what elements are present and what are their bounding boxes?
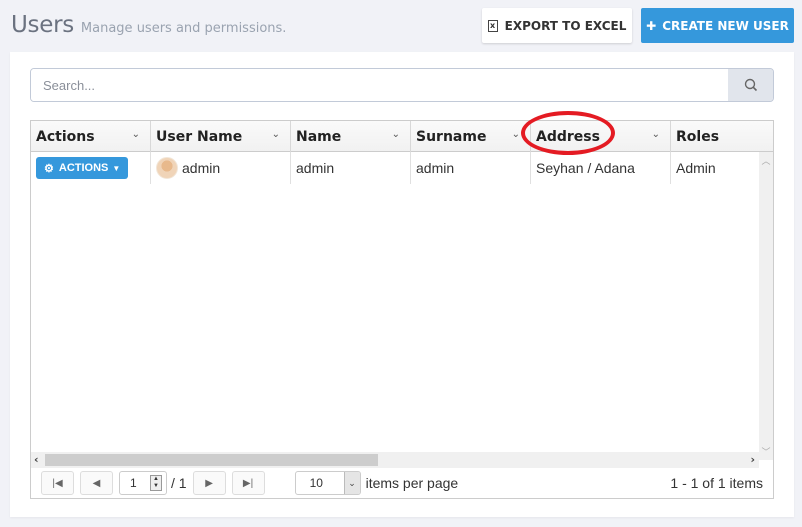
column-header-name[interactable]: Name ⌄ <box>291 121 411 152</box>
column-label: Actions <box>36 128 95 145</box>
scroll-right-icon[interactable]: › <box>750 452 755 468</box>
table-row: ⚙ ACTIONS ▼ admin admin admin Seyhan / A… <box>31 152 759 184</box>
column-label: User Name <box>156 128 243 145</box>
column-header-actions[interactable]: Actions ⌄ <box>31 121 151 152</box>
search-input[interactable] <box>31 69 728 101</box>
caret-down-icon: ▼ <box>112 163 121 173</box>
gear-icon: ⚙ <box>44 162 54 175</box>
grid-header: Actions ⌄ User Name ⌄ Name ⌄ Surname ⌄ A… <box>31 121 773 152</box>
grid-body: ⚙ ACTIONS ▼ admin admin admin Seyhan / A… <box>31 152 759 460</box>
user-name-value: admin <box>182 160 221 176</box>
page-title: Users <box>11 12 74 38</box>
chevron-down-icon[interactable]: ⌄ <box>512 129 520 140</box>
previous-page-icon: ◀ <box>92 477 101 489</box>
column-header-user-name[interactable]: User Name ⌄ <box>151 121 291 152</box>
current-page-value: 1 <box>130 476 137 490</box>
scroll-left-icon[interactable]: ‹ <box>34 452 39 468</box>
column-label: Roles <box>676 128 720 145</box>
total-pages: / 1 <box>171 475 187 491</box>
export-label: EXPORT TO EXCEL <box>504 18 627 33</box>
scroll-up-icon[interactable]: ︿ <box>759 154 773 167</box>
create-label: CREATE NEW USER <box>662 18 789 33</box>
actions-label: ACTIONS <box>58 162 109 174</box>
next-page-button[interactable]: ▶ <box>192 471 226 495</box>
items-per-page-label: items per page <box>365 475 459 491</box>
page-size-value: 10 <box>309 476 323 490</box>
pager: |◀ ◀ 1 ▲ ▼ / 1 ▶ ▶| 10 ⌄ items per page 1… <box>31 468 773 498</box>
chevron-down-icon[interactable]: ⌄ <box>343 472 360 494</box>
chevron-down-icon[interactable]: ⌄ <box>652 129 660 140</box>
column-header-roles[interactable]: Roles <box>671 121 773 152</box>
pager-info: 1 - 1 of 1 items <box>670 475 763 491</box>
page-subtitle: Manage users and permissions. <box>80 21 287 36</box>
last-page-button[interactable]: ▶| <box>231 471 265 495</box>
surname-cell: admin <box>411 152 531 184</box>
page-header: Users Manage users and permissions. <box>11 12 286 38</box>
search-icon <box>744 78 757 92</box>
scroll-down-icon[interactable]: ﹀ <box>759 445 773 458</box>
actions-cell: ⚙ ACTIONS ▼ <box>31 152 151 184</box>
page-spinner-icon[interactable]: ▲ ▼ <box>150 475 162 491</box>
last-page-icon: ▶| <box>242 477 254 489</box>
plus-icon: ✚ <box>646 18 657 33</box>
horizontal-scroll-thumb[interactable] <box>45 454 378 466</box>
page-size-select[interactable]: 10 ⌄ <box>294 471 361 495</box>
create-new-user-button[interactable]: ✚ CREATE NEW USER <box>641 8 794 43</box>
column-label: Surname <box>416 128 487 145</box>
chevron-down-icon[interactable]: ⌄ <box>132 129 140 140</box>
column-label: Name <box>296 128 342 145</box>
users-grid: Actions ⌄ User Name ⌄ Name ⌄ Surname ⌄ A… <box>30 120 774 499</box>
page-number-input[interactable]: 1 ▲ ▼ <box>119 471 167 495</box>
avatar <box>156 157 178 179</box>
users-panel: Actions ⌄ User Name ⌄ Name ⌄ Surname ⌄ A… <box>10 52 794 517</box>
column-header-address[interactable]: Address ⌄ <box>531 121 671 152</box>
chevron-down-icon[interactable]: ⌄ <box>392 129 400 140</box>
actions-dropdown-button[interactable]: ⚙ ACTIONS ▼ <box>36 157 129 179</box>
previous-page-button[interactable]: ◀ <box>80 471 113 495</box>
column-header-surname[interactable]: Surname ⌄ <box>411 121 531 152</box>
search-bar <box>30 68 774 102</box>
column-label: Address <box>536 128 600 145</box>
next-page-icon: ▶ <box>205 477 213 489</box>
file-excel-icon: x <box>487 19 498 32</box>
address-cell: Seyhan / Adana <box>531 152 671 184</box>
chevron-down-icon[interactable]: ⌄ <box>272 129 280 140</box>
first-page-icon: |◀ <box>52 477 63 489</box>
vertical-scrollbar[interactable]: ︿ ﹀ <box>759 152 773 460</box>
name-cell: admin <box>291 152 411 184</box>
search-button[interactable] <box>728 69 773 101</box>
roles-cell: Admin <box>676 160 716 176</box>
first-page-button[interactable]: |◀ <box>41 471 74 495</box>
user-name-cell: admin <box>151 152 291 184</box>
export-to-excel-button[interactable]: x EXPORT TO EXCEL <box>482 8 632 43</box>
horizontal-scrollbar[interactable]: ‹ › <box>31 452 759 468</box>
